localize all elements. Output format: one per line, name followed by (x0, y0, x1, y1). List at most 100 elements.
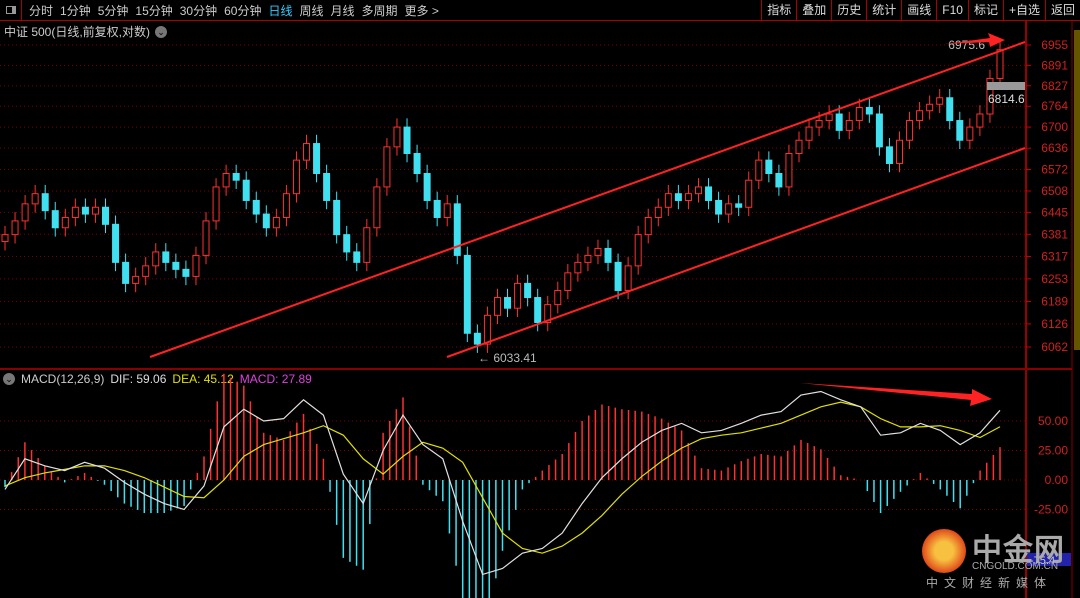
y-tick-label: 6253 (1041, 272, 1068, 286)
candle (805, 126, 813, 141)
y-tick-label: 6955 (1041, 38, 1068, 52)
candle (795, 139, 803, 154)
candle (735, 203, 743, 208)
price-tag: 6814.6 (988, 92, 1025, 106)
candle (564, 272, 572, 291)
candle (825, 113, 833, 122)
candle (634, 234, 642, 267)
candle (644, 216, 652, 236)
macd-tick-label: 50.00 (1038, 414, 1068, 428)
candle (433, 199, 441, 218)
macd-tick-label: -25.00 (1034, 503, 1068, 517)
y-tick-label: 6317 (1041, 249, 1068, 263)
candle (775, 172, 783, 188)
candle (604, 247, 612, 263)
macd-tick-label: 0.00 (1045, 473, 1069, 487)
candle (845, 120, 853, 131)
y-tick-label: 6891 (1041, 58, 1068, 72)
candle (182, 268, 190, 277)
candle (91, 206, 99, 215)
candle (654, 206, 662, 218)
candle (292, 159, 300, 195)
candle (916, 110, 924, 122)
candle (926, 103, 934, 112)
candle (664, 193, 672, 208)
candle (574, 261, 582, 274)
candle (715, 199, 723, 215)
candle (393, 126, 401, 148)
candle (81, 206, 89, 215)
candle (684, 193, 692, 201)
candle (443, 203, 451, 218)
candle (594, 247, 602, 256)
candle (383, 146, 391, 188)
candle (614, 261, 622, 291)
candle (745, 179, 753, 208)
candle (102, 206, 110, 225)
candle (514, 282, 522, 309)
candle (725, 203, 733, 215)
candle (403, 126, 411, 154)
candle (21, 203, 29, 222)
candle (473, 332, 481, 345)
candle (51, 210, 59, 229)
candle (835, 113, 843, 131)
candle (946, 97, 954, 122)
candle (142, 265, 150, 277)
candle (313, 143, 321, 174)
price-tag-bar (987, 82, 1025, 90)
candle (423, 172, 431, 201)
candle (885, 146, 893, 164)
candle (493, 297, 501, 316)
candle (162, 251, 170, 263)
candle (353, 251, 361, 263)
candle (112, 223, 120, 263)
candle (584, 254, 592, 263)
candle (483, 314, 491, 345)
candle (504, 297, 512, 309)
candle (966, 126, 974, 141)
candle (152, 251, 160, 267)
y-tick-label: 6445 (1041, 205, 1068, 219)
candle (202, 220, 210, 256)
candle (554, 289, 562, 306)
candle (956, 120, 964, 141)
candle (755, 159, 763, 181)
candle (413, 152, 421, 174)
candle (132, 275, 140, 284)
y-tick-label: 6189 (1041, 294, 1068, 308)
candle (674, 193, 682, 201)
candle (323, 172, 331, 201)
y-tick-label: 6572 (1041, 162, 1068, 176)
candle (765, 159, 773, 174)
candle (61, 216, 69, 229)
candle (705, 186, 713, 201)
y-tick-label: 6764 (1041, 99, 1068, 113)
logo-icon (922, 529, 966, 573)
y-tick-label: 6381 (1041, 227, 1068, 241)
candle (11, 220, 19, 236)
y-tick-label: 6827 (1041, 79, 1068, 93)
candle (31, 193, 39, 205)
candle (343, 234, 351, 253)
candle (242, 179, 250, 201)
candle (534, 297, 542, 323)
lower-trendline (446, 147, 1026, 358)
chart-canvas[interactable]: 6955 6891 6827 6764 6700 6636 6572 6508 6445 6381… (0, 0, 1080, 598)
candle (524, 282, 532, 299)
candle (906, 120, 914, 141)
candle (936, 97, 944, 105)
macd-tick-label: 25.00 (1038, 444, 1068, 458)
candle (192, 254, 200, 277)
candle (303, 143, 311, 161)
candle (282, 193, 290, 218)
candle (624, 265, 632, 291)
candle (875, 113, 883, 148)
candle (41, 193, 49, 212)
y-tick-label: 6062 (1041, 340, 1068, 354)
candle (996, 49, 1004, 79)
candle (855, 106, 863, 122)
logo-url: CNGOLD.COM.CN (972, 561, 1059, 572)
candle (815, 120, 823, 128)
candle (363, 227, 371, 263)
